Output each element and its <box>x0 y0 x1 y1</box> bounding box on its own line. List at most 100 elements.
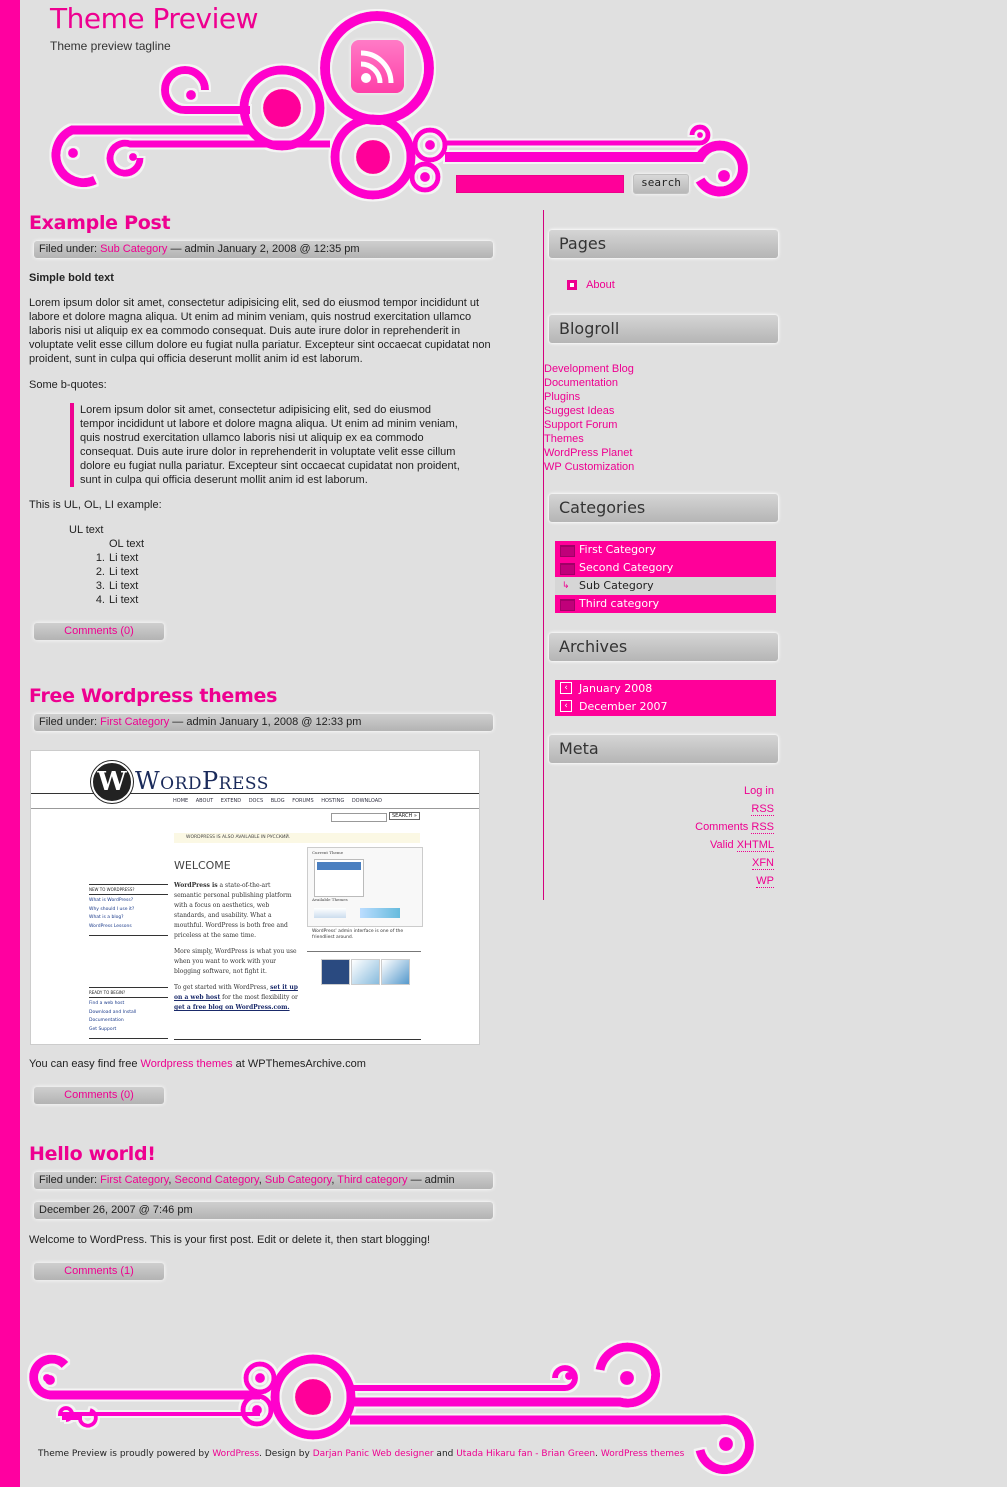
ordered-list: OL text 1. Li text 2. Li text 3. Li text 4.… <box>95 537 499 607</box>
wp-theme-preview: Current Theme Available Themes <box>307 847 423 927</box>
blogroll-list: Development Blog Documentation Plugins S… <box>544 362 634 474</box>
category-item[interactable]: First Category <box>555 541 776 559</box>
meta-prefix: Filed under: <box>39 716 101 728</box>
meta-link-comments-rss[interactable]: Comments RSS <box>695 821 774 834</box>
post-2-body: You can easy find free Wordpress themes … <box>29 1057 499 1104</box>
search-button[interactable]: search <box>633 174 689 194</box>
category-item[interactable]: Third category <box>555 595 776 613</box>
blogroll-link[interactable]: Documentation <box>544 377 618 389</box>
ul-text: UL text <box>69 524 104 536</box>
blogroll-link[interactable]: Support Forum <box>544 419 617 431</box>
page-item-about[interactable]: About <box>567 279 615 291</box>
blogroll-link[interactable]: Themes <box>544 433 584 445</box>
wp-intro: WordPress is a state-of-the-art semantic… <box>174 882 298 1011</box>
wp-notice: WORDPRESS IS ALSO AVAILABLE IN РУССКИЙ. <box>174 833 420 843</box>
site-tagline: Theme preview tagline <box>50 39 171 53</box>
archive-item[interactable]: ‹ January 2008 <box>555 680 776 698</box>
footer-link-designer[interactable]: Darjan Panic Web designer <box>313 1449 434 1459</box>
swirl-left <box>51 125 250 187</box>
list-item: 1. Li text <box>95 552 139 564</box>
wp-new-links: What is WordPress? Why should I use it? Wh… <box>89 898 135 929</box>
wp-new-heading: NEW TO WORDPRESS? <box>89 884 168 895</box>
page-link-about[interactable]: About <box>586 279 615 291</box>
wordpress-brand: WordPress <box>135 767 269 795</box>
archive-item[interactable]: ‹ December 2007 <box>555 698 776 716</box>
widget-title-pages: Pages <box>549 230 778 258</box>
blogroll-link[interactable]: WordPress Planet <box>544 447 632 459</box>
calendar-icon: ‹ <box>560 700 572 712</box>
post-paragraph: You can easy find free Wordpress themes … <box>29 1058 366 1070</box>
wp-ready-links: Find a web host Download and Install Docum… <box>89 1001 137 1032</box>
category-link[interactable]: Second Category <box>175 1174 259 1186</box>
post-meta-bar: Filed under: First Category — admin Janu… <box>34 714 493 731</box>
left-accent-bar <box>0 0 20 1487</box>
meta-author: — admin <box>407 1174 455 1186</box>
blogroll-link[interactable]: Suggest Ideas <box>544 405 614 417</box>
swirl-right-thin <box>445 124 711 146</box>
meta-link-wp[interactable]: WP <box>756 875 774 888</box>
list-label: This is UL, OL, LI example: <box>29 499 162 511</box>
wordpress-themes-link[interactable]: Wordpress themes <box>141 1058 233 1070</box>
list-item: 2. Li text <box>95 566 139 578</box>
meta-author-date: — admin January 2, 2008 @ 12:35 pm <box>167 243 360 255</box>
category-link[interactable]: First Category <box>100 1174 168 1186</box>
comments-button[interactable]: Comments (0) <box>34 1087 164 1104</box>
meta-link-valid-xhtml[interactable]: Valid XHTML <box>710 839 774 852</box>
meta-link-login[interactable]: Log in <box>744 785 774 797</box>
comments-button[interactable]: Comments (0) <box>34 623 164 640</box>
footer-link-wordpress[interactable]: WordPress <box>212 1449 259 1459</box>
category-link[interactable]: Sub Category <box>265 1174 331 1186</box>
wordpress-logo-icon: W <box>91 761 133 803</box>
folder-icon <box>560 545 575 557</box>
page-bullet-icon <box>567 280 577 291</box>
widget-title-blogroll: Blogroll <box>549 315 778 343</box>
footer-link-wordpress-themes[interactable]: WordPress themes <box>601 1449 684 1459</box>
wp-ready-heading: READY TO BEGIN? <box>89 987 168 998</box>
post-title[interactable]: Free Wordpress themes <box>29 685 499 707</box>
post-date-bar: December 26, 2007 @ 7:46 pm <box>34 1202 493 1219</box>
post-title[interactable]: Example Post <box>29 212 499 234</box>
meta-list: Log in RSS Comments RSS Valid XHTML XFN … <box>695 784 774 892</box>
wp-nav: HOME ABOUT EXTEND DOCS BLOG FORUMS HOSTI… <box>173 798 383 804</box>
meta-link-xfn[interactable]: XFN <box>752 857 774 870</box>
content-divider <box>543 210 544 900</box>
folder-icon <box>560 563 575 575</box>
post-meta-bar: Filed under: First Category, Second Cate… <box>34 1172 493 1189</box>
category-link[interactable]: First Category <box>100 716 169 728</box>
ol-text: OL text <box>109 538 145 550</box>
post-free-wordpress-themes: Free Wordpress themes Filed under: First… <box>29 685 499 731</box>
post-hello-world: Hello world! Filed under: First Category… <box>29 1143 499 1280</box>
widget-title-categories: Categories <box>549 494 778 522</box>
swirl-upper <box>161 66 250 114</box>
site-title[interactable]: Theme Preview <box>50 2 258 35</box>
footer-credits: Theme Preview is proudly powered by Word… <box>38 1449 685 1459</box>
sub-arrow-icon: ↳ <box>562 581 570 591</box>
rss-feed-button[interactable] <box>351 40 404 93</box>
wp-caption: WordPress' admin interface is one of the… <box>312 929 404 940</box>
blogroll-link[interactable]: Plugins <box>544 391 580 403</box>
calendar-icon: ‹ <box>560 682 572 694</box>
category-link[interactable]: Third category <box>337 1174 407 1186</box>
archives-list: ‹ January 2008 ‹ December 2007 <box>555 680 776 716</box>
post-meta-bar: Filed under: Sub Category — admin Januar… <box>34 241 493 258</box>
meta-prefix: Filed under: <box>39 243 101 255</box>
bquote-label: Some b-quotes: <box>29 379 107 391</box>
category-link[interactable]: Sub Category <box>100 243 167 255</box>
widget-title-meta: Meta <box>549 735 778 763</box>
list-item: 3. Li text <box>95 580 139 592</box>
wp-welcome: WELCOME <box>174 859 231 872</box>
meta-link-rss[interactable]: RSS <box>751 803 774 816</box>
rss-feed-icon <box>360 50 394 84</box>
blogroll-link[interactable]: Development Blog <box>544 363 634 375</box>
meta-prefix: Filed under: <box>39 1174 101 1186</box>
footer-link-utada[interactable]: Utada Hikaru fan - Brian Green <box>456 1449 595 1459</box>
unordered-list: UL text OL text 1. Li text 2. Li text 3. Li… <box>69 523 499 607</box>
wp-search-button: SEARCH » <box>389 812 420 820</box>
blogroll-link[interactable]: WP Customization <box>544 461 634 473</box>
post-title[interactable]: Hello world! <box>29 1143 499 1165</box>
comments-button[interactable]: Comments (1) <box>34 1263 164 1280</box>
post-example: Example Post Filed under: Sub Category —… <box>29 212 499 640</box>
category-item[interactable]: Second Category <box>555 559 776 577</box>
search-input[interactable] <box>456 175 624 193</box>
category-item[interactable]: ↳ Sub Category <box>555 577 776 595</box>
